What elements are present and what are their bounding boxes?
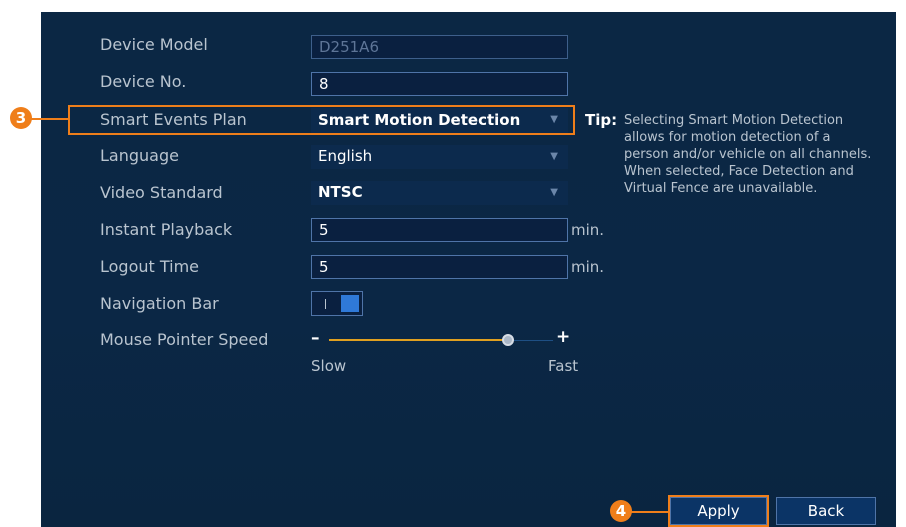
slider-thumb[interactable]	[502, 334, 515, 346]
callout-number-3: 3	[10, 107, 32, 129]
video-standard-value: NTSC	[318, 183, 363, 201]
dropdown-arrow-icon: ▼	[550, 114, 558, 125]
slider-minus-icon[interactable]: –	[311, 328, 320, 348]
video-standard-label: Video Standard	[100, 183, 223, 202]
device-no-label: Device No.	[100, 72, 187, 91]
mouse-pointer-speed-label: Mouse Pointer Speed	[100, 330, 269, 349]
back-button[interactable]: Back	[776, 497, 876, 525]
instant-playback-input[interactable]: 5	[311, 218, 568, 242]
instant-playback-unit: min.	[571, 221, 605, 239]
smart-events-plan-select[interactable]: Smart Motion Detection ▼	[311, 108, 568, 133]
slider-plus-icon[interactable]: +	[556, 327, 570, 347]
slider-min-label: Slow	[311, 357, 347, 375]
dropdown-arrow-icon: ▼	[550, 187, 558, 198]
navigation-bar-toggle[interactable]	[311, 291, 363, 316]
logout-time-label: Logout Time	[100, 257, 200, 276]
smart-events-plan-label: Smart Events Plan	[100, 110, 247, 129]
toggle-bar-icon	[325, 299, 326, 309]
device-model-field: D251A6	[311, 35, 568, 59]
mouse-pointer-speed-slider[interactable]: – +	[311, 327, 581, 354]
tip-body: Selecting Smart Motion Detection allows …	[624, 113, 872, 196]
slider-fill	[329, 339, 509, 341]
logout-time-input[interactable]: 5	[311, 255, 568, 279]
instant-playback-label: Instant Playback	[100, 220, 233, 239]
language-label: Language	[100, 146, 179, 165]
tip-title: Tip:	[585, 111, 618, 129]
navigation-bar-label: Navigation Bar	[100, 294, 219, 313]
callout-line-3	[31, 118, 69, 120]
callout-number-4: 4	[610, 500, 632, 522]
callout-line-4	[631, 511, 669, 513]
dropdown-arrow-icon: ▼	[550, 151, 558, 162]
language-select[interactable]: English ▼	[311, 145, 568, 169]
apply-button[interactable]: Apply	[670, 497, 767, 525]
logout-time-unit: min.	[571, 258, 605, 276]
video-standard-select[interactable]: NTSC ▼	[311, 181, 568, 205]
language-value: English	[318, 147, 373, 165]
slider-max-label: Fast	[548, 357, 579, 375]
smart-events-plan-value: Smart Motion Detection	[318, 111, 521, 129]
toggle-knob	[341, 295, 359, 312]
device-no-input[interactable]: 8	[311, 72, 568, 96]
device-model-label: Device Model	[100, 35, 208, 54]
